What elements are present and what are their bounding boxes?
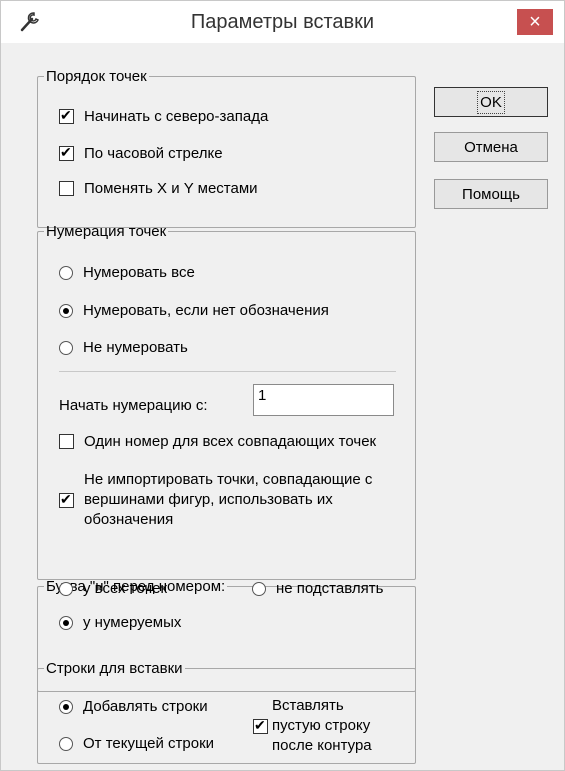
- separator: [59, 371, 396, 372]
- checkbox-empty-line-box[interactable]: [253, 717, 268, 734]
- checkbox-start-northwest-box[interactable]: [59, 107, 74, 124]
- ok-button[interactable]: OK: [434, 87, 548, 117]
- checkbox-clockwise-box[interactable]: [59, 144, 74, 161]
- radio-numbered-button[interactable]: [59, 615, 73, 630]
- group-numbering-legend: Нумерация точек: [46, 223, 167, 240]
- checkbox-no-import-label: Не импортировать точки, совпадающие с ве…: [84, 470, 372, 530]
- radio-add-rows[interactable]: Добавлять строки: [59, 698, 208, 715]
- checkbox-start-northwest-label: Начинать с северо-запада: [84, 108, 269, 125]
- radio-no-number[interactable]: Не нумеровать: [59, 339, 188, 356]
- empty-line-line-2: пустую строку: [272, 717, 371, 734]
- radio-no-number-label: Не нумеровать: [83, 339, 188, 356]
- checkbox-no-import-box[interactable]: [59, 491, 74, 508]
- start-number-label: Начать нумерацию с:: [59, 397, 208, 414]
- checkbox-swap-xy-label: Поменять X и Y местами: [84, 180, 258, 197]
- radio-number-if-no-designation[interactable]: Нумеровать, если нет обозначения: [59, 302, 329, 319]
- start-number-label-text: Начать нумерацию с:: [59, 397, 208, 414]
- ok-button-label: OK: [477, 91, 505, 114]
- checkbox-same-number-label: Один номер для всех совпадающих точек: [84, 433, 377, 450]
- checkbox-clockwise[interactable]: По часовой стрелке: [59, 144, 223, 162]
- help-button[interactable]: Помощь: [434, 179, 548, 209]
- radio-all-points-button[interactable]: [59, 581, 73, 596]
- radio-number-all-button[interactable]: [59, 265, 73, 280]
- checkbox-swap-xy[interactable]: Поменять X и Y местами: [59, 180, 258, 197]
- checkbox-no-import[interactable]: Не импортировать точки, совпадающие с ве…: [59, 470, 372, 530]
- checkbox-clockwise-label: По часовой стрелке: [84, 145, 223, 162]
- dialog-window: Параметры вставки × Порядок точек Начина…: [0, 0, 565, 771]
- group-point-order-legend: Порядок точек: [46, 68, 147, 85]
- checkbox-empty-line[interactable]: Вставлять пустую строку после контура: [253, 696, 372, 756]
- radio-numbered-label: у нумеруемых: [83, 614, 182, 631]
- radio-do-not-insert[interactable]: не подставлять: [252, 580, 383, 597]
- checkbox-swap-xy-box[interactable]: [59, 181, 74, 196]
- no-import-line-3: обозначения: [84, 511, 174, 528]
- close-button[interactable]: ×: [517, 9, 553, 35]
- no-import-line-2: вершинами фигур, использовать их: [84, 491, 333, 508]
- radio-do-not-insert-label: не подставлять: [276, 580, 384, 597]
- radio-no-number-button[interactable]: [59, 340, 73, 355]
- cancel-button[interactable]: Отмена: [434, 132, 548, 162]
- start-number-input[interactable]: 1: [253, 384, 394, 416]
- checkbox-same-number-box[interactable]: [59, 434, 74, 449]
- cancel-button-label: Отмена: [464, 139, 518, 156]
- empty-line-line-1: Вставлять: [272, 697, 344, 714]
- radio-numbered[interactable]: у нумеруемых: [59, 614, 181, 631]
- checkbox-same-number[interactable]: Один номер для всех совпадающих точек: [59, 433, 376, 450]
- group-insert-rows-legend: Строки для вставки: [46, 660, 183, 677]
- window-title: Параметры вставки: [190, 11, 375, 33]
- radio-number-all[interactable]: Нумеровать все: [59, 264, 195, 281]
- title-bar[interactable]: Параметры вставки ×: [1, 1, 564, 43]
- radio-from-current-row[interactable]: От текущей строки: [59, 735, 214, 752]
- radio-all-points[interactable]: у всех точек: [59, 580, 167, 597]
- radio-do-not-insert-button[interactable]: [252, 581, 266, 596]
- checkbox-empty-line-label: Вставлять пустую строку после контура: [272, 696, 372, 756]
- help-button-label: Помощь: [462, 186, 520, 203]
- close-icon: ×: [529, 11, 541, 33]
- no-import-line-1: Не импортировать точки, совпадающие с: [84, 471, 373, 488]
- radio-number-all-label: Нумеровать все: [83, 264, 195, 281]
- radio-number-if-no-designation-button[interactable]: [59, 303, 73, 318]
- checkbox-start-northwest[interactable]: Начинать с северо-запада: [59, 107, 269, 125]
- empty-line-line-3: после контура: [272, 737, 372, 754]
- radio-from-current-row-label: От текущей строки: [83, 735, 215, 752]
- radio-add-rows-button[interactable]: [59, 699, 73, 714]
- radio-number-if-no-designation-label: Нумеровать, если нет обозначения: [83, 302, 329, 319]
- radio-from-current-row-button[interactable]: [59, 736, 73, 751]
- radio-add-rows-label: Добавлять строки: [83, 698, 208, 715]
- dialog-body: Порядок точек Начинать с северо-запада П…: [9, 43, 557, 764]
- radio-all-points-label: у всех точек: [83, 580, 168, 597]
